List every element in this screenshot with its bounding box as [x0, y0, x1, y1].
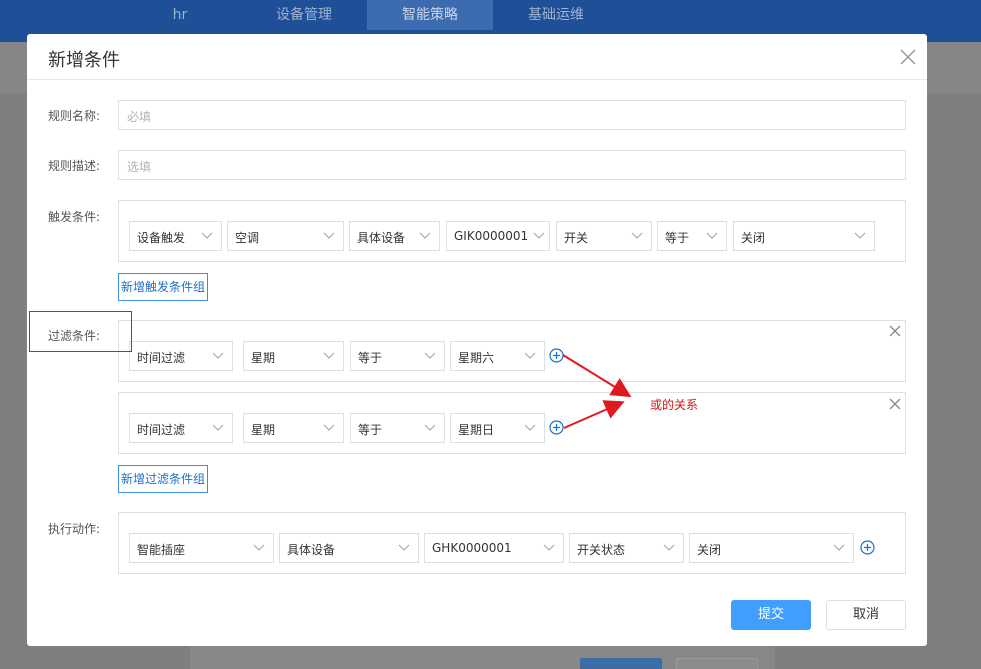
nav-tab-device-management[interactable]: 设备管理	[245, 0, 363, 30]
remove-filter-group-icon[interactable]	[889, 398, 901, 410]
trigger-label: 触发条件:	[48, 210, 101, 224]
background-button-primary	[580, 658, 662, 669]
filter-field-select[interactable]: 星期	[243, 413, 344, 443]
chevron-down-icon	[524, 424, 536, 431]
select-value: 关闭	[741, 231, 766, 245]
chevron-down-icon	[543, 544, 555, 551]
close-icon[interactable]	[899, 48, 917, 66]
trigger-scope-select[interactable]: 具体设备	[349, 221, 440, 251]
filter-operator-select[interactable]: 等于	[350, 341, 445, 371]
action-value-select[interactable]: 关闭	[689, 533, 854, 563]
action-device-type-select[interactable]: 智能插座	[129, 533, 274, 563]
filter-field-select[interactable]: 星期	[243, 341, 344, 371]
filter-value-select[interactable]: 星期日	[450, 413, 545, 443]
nav-tab-basic-ops[interactable]: 基础运维	[497, 0, 615, 30]
filter-operator-select[interactable]: 等于	[350, 413, 445, 443]
rule-desc-input[interactable]: 选填	[118, 150, 906, 180]
chevron-down-icon	[419, 232, 431, 239]
select-value: 具体设备	[287, 543, 336, 557]
select-value: 星期	[251, 351, 276, 365]
rule-desc-label: 规则描述:	[48, 159, 101, 173]
chevron-down-icon	[323, 424, 335, 431]
nav-tab-hr[interactable]: hr	[150, 0, 210, 30]
background-button-secondary	[676, 658, 758, 669]
add-filter-condition-icon[interactable]	[549, 420, 564, 435]
select-value: 星期日	[458, 423, 495, 437]
rule-name-label: 规则名称:	[48, 109, 101, 123]
chevron-down-icon	[854, 232, 866, 239]
select-value: 等于	[358, 423, 383, 437]
chevron-down-icon	[201, 232, 213, 239]
action-attribute-select[interactable]: 开关状态	[569, 533, 684, 563]
select-value: GHK0000001	[432, 541, 512, 555]
annotation-highlight-box	[29, 311, 132, 352]
chevron-down-icon	[833, 544, 845, 551]
rule-name-placeholder: 必填	[127, 110, 152, 124]
dialog-header: 新增条件	[27, 34, 927, 80]
select-value: 具体设备	[357, 231, 406, 245]
add-filter-group-button[interactable]: 新增过滤条件组	[118, 465, 208, 493]
select-value: 星期六	[458, 351, 495, 365]
chevron-down-icon	[524, 352, 536, 359]
chevron-down-icon	[706, 232, 718, 239]
select-value: 等于	[358, 351, 383, 365]
chevron-down-icon	[663, 544, 675, 551]
submit-button[interactable]: 提交	[731, 600, 811, 630]
trigger-operator-select[interactable]: 等于	[657, 221, 727, 251]
select-value: 时间过滤	[137, 423, 186, 437]
chevron-down-icon	[253, 544, 265, 551]
select-value: 智能插座	[137, 543, 186, 557]
trigger-device-select[interactable]: GIK0000001	[446, 221, 550, 251]
annotation-or-relation-text: 或的关系	[650, 398, 699, 412]
trigger-value-select[interactable]: 关闭	[733, 221, 875, 251]
chevron-down-icon	[424, 424, 436, 431]
chevron-down-icon	[533, 232, 545, 239]
trigger-type-select[interactable]: 设备触发	[129, 221, 222, 251]
add-filter-condition-icon[interactable]	[549, 348, 564, 363]
select-value: 空调	[235, 231, 260, 245]
select-value: 等于	[665, 231, 690, 245]
remove-filter-group-icon[interactable]	[889, 325, 901, 337]
chevron-down-icon	[212, 424, 224, 431]
cancel-button[interactable]: 取消	[826, 600, 906, 630]
chevron-down-icon	[323, 352, 335, 359]
filter-type-select[interactable]: 时间过滤	[129, 413, 233, 443]
action-scope-select[interactable]: 具体设备	[279, 533, 419, 563]
select-value: 时间过滤	[137, 351, 186, 365]
select-value: 关闭	[697, 543, 722, 557]
add-trigger-group-button[interactable]: 新增触发条件组	[118, 273, 208, 301]
chevron-down-icon	[212, 352, 224, 359]
filter-type-select[interactable]: 时间过滤	[129, 341, 233, 371]
chevron-down-icon	[323, 232, 335, 239]
action-device-select[interactable]: GHK0000001	[424, 533, 564, 563]
rule-name-input[interactable]: 必填	[118, 100, 906, 130]
select-value: 设备触发	[137, 231, 186, 245]
select-value: 开关状态	[577, 543, 626, 557]
select-value: 开关	[564, 231, 589, 245]
add-action-icon[interactable]	[860, 540, 875, 555]
rule-desc-placeholder: 选填	[127, 160, 152, 174]
filter-value-select[interactable]: 星期六	[450, 341, 545, 371]
chevron-down-icon	[398, 544, 410, 551]
action-label: 执行动作:	[48, 522, 101, 536]
chevron-down-icon	[424, 352, 436, 359]
select-value: GIK0000001	[454, 229, 529, 243]
chevron-down-icon	[631, 232, 643, 239]
nav-tab-smart-strategy[interactable]: 智能策略	[367, 0, 493, 30]
select-value: 星期	[251, 423, 276, 437]
trigger-attribute-select[interactable]: 开关	[556, 221, 652, 251]
dialog-title: 新增条件	[48, 50, 120, 71]
trigger-device-type-select[interactable]: 空调	[227, 221, 344, 251]
